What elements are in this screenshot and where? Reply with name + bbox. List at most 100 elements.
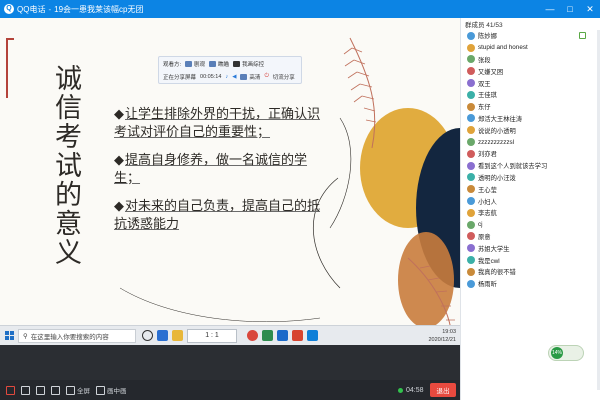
window-controls: — □ ✕ xyxy=(544,0,596,18)
member-list-item[interactable]: 看到这个人到就该去学习 xyxy=(461,160,600,172)
bullet-text: 让学生排除外界的干扰，正确认识考试对评价自己的重要性； xyxy=(114,107,321,140)
viewer-chip[interactable]: 我画综控 xyxy=(233,60,264,68)
member-list-item[interactable]: 东仔 xyxy=(461,101,600,113)
viewer-name: 瞧瞄 xyxy=(218,61,230,68)
search-icon: ⚲ xyxy=(23,332,28,340)
qq-icon[interactable] xyxy=(277,330,288,341)
invite-button[interactable] xyxy=(51,385,60,395)
member-list-item[interactable]: 李志航 xyxy=(461,207,600,219)
member-list-item[interactable]: 双王 xyxy=(461,77,600,89)
hd-icon xyxy=(240,73,248,80)
camera-button[interactable] xyxy=(21,385,30,395)
member-name: 王佳琪 xyxy=(478,92,497,100)
windows-start-button[interactable] xyxy=(0,326,18,346)
avatar xyxy=(467,267,475,276)
close-button[interactable]: ✕ xyxy=(584,4,596,15)
powerpoint-icon[interactable] xyxy=(292,330,303,341)
app-name: QQ电话 xyxy=(17,4,46,14)
member-list-panel: 群成员 41/53 陈妙娜 stupid and honest 张段 又嫌又困 双王 王佳… xyxy=(460,18,600,400)
viewer-chip[interactable]: 瞧瞄 xyxy=(209,60,229,68)
avatar xyxy=(467,67,475,76)
network-speed-widget[interactable]: 14% xyxy=(548,345,584,361)
hd-button[interactable]: 高清 xyxy=(240,73,260,81)
member-list-item[interactable]: 透明的小汪泼 xyxy=(461,172,600,184)
member-list-item[interactable]: 陈妙娜 xyxy=(461,30,600,42)
file-explorer-icon[interactable] xyxy=(172,330,183,341)
tencent-meeting-icon[interactable] xyxy=(307,330,318,341)
member-list-item[interactable]: zzzzzzzzzzsl xyxy=(461,136,600,148)
call-duration-text: 04:58 xyxy=(406,386,424,394)
hd-label: 高清 xyxy=(249,74,261,81)
speaker-icon[interactable]: ◀ xyxy=(232,74,236,80)
windows-logo-icon xyxy=(4,331,14,340)
member-list-item[interactable]: 又嫌又困 xyxy=(461,65,600,77)
slide-corner-decoration xyxy=(6,38,14,98)
avatar xyxy=(467,220,475,229)
member-name: 双王 xyxy=(478,80,491,88)
avatar xyxy=(467,114,475,123)
chrome-icon[interactable] xyxy=(247,330,258,341)
member-name: 又嫌又困 xyxy=(478,68,504,76)
member-list-item[interactable]: stupid and honest xyxy=(461,42,600,54)
bullet-diamond-icon: ◆ xyxy=(114,153,124,168)
screen-share-toolbar: 观看方: 剧观 瞧瞄 我画综控 正在分享屏幕 00:05:14 ♪ ◀ 高清 ⏻… xyxy=(158,56,302,84)
member-name: 苏姐大学生 xyxy=(478,245,510,253)
microphone-icon[interactable]: ♪ xyxy=(225,74,228,80)
title-bar: Q QQ电话 - 19会一患我莱该幅cp无团 — □ ✕ xyxy=(0,0,600,18)
member-list-item[interactable]: 刘亦君 xyxy=(461,148,600,160)
share-screen-button[interactable] xyxy=(36,385,45,395)
edge-browser-icon[interactable] xyxy=(157,330,168,341)
member-list-item[interactable]: 小妇人 xyxy=(461,195,600,207)
user-icon xyxy=(209,60,217,67)
stop-share-button[interactable]: 切流分享 xyxy=(273,73,295,81)
avatar xyxy=(467,232,475,241)
title-separator: - xyxy=(48,4,52,14)
fullscreen-button[interactable]: 全屏 xyxy=(66,385,90,395)
slide-vertical-title: 诚信考试的意义 xyxy=(50,64,81,267)
picture-in-picture-button[interactable]: 画中画 xyxy=(96,385,127,395)
bullet-text: 提高自身修养，做一名诚信的学生； xyxy=(114,153,308,186)
viewer-chip[interactable]: 剧观 xyxy=(185,60,205,68)
network-speed-icon: 14% xyxy=(551,347,563,359)
zoom-ratio-button[interactable]: 1 : 1 xyxy=(187,328,237,343)
member-list-item[interactable]: 我真的很不错 xyxy=(461,266,600,278)
sharing-timer: 00:05:14 xyxy=(200,73,222,80)
taskbar-search-input[interactable]: ⚲ 在这里输入你要搜索的内容 xyxy=(18,328,136,343)
avatar xyxy=(467,185,475,194)
maximize-button[interactable]: □ xyxy=(564,4,576,14)
member-list-item[interactable]: 苏姐大学生 xyxy=(461,242,600,254)
avatar xyxy=(467,173,475,182)
member-list-item[interactable]: 我是cwl xyxy=(461,254,600,266)
member-name: 小妇人 xyxy=(478,198,497,206)
avatar xyxy=(467,149,475,158)
member-list-item[interactable]: 王佳琪 xyxy=(461,89,600,101)
member-list-item[interactable]: 原意 xyxy=(461,231,600,243)
search-placeholder: 在这里输入你要搜索的内容 xyxy=(30,333,109,341)
avatar xyxy=(467,197,475,206)
avatar xyxy=(467,102,475,111)
avatar xyxy=(467,256,475,265)
member-list-item[interactable]: 王心莹 xyxy=(461,183,600,195)
member-list-item[interactable]: 张段 xyxy=(461,54,600,66)
bullet-diamond-icon: ◆ xyxy=(114,199,124,214)
stop-share-icon: ⏻ xyxy=(264,73,269,79)
minimize-button[interactable]: — xyxy=(544,4,556,14)
camera-icon xyxy=(21,385,30,395)
member-name: 东仔 xyxy=(478,104,491,112)
qq-logo-icon: Q xyxy=(4,4,14,14)
viewer-name: 我画综控 xyxy=(242,61,265,68)
member-list-item[interactable]: 杨雨昕 xyxy=(461,278,600,290)
member-name: 我是cwl xyxy=(478,257,500,265)
member-list-item[interactable]: 郑活大王林往涛 xyxy=(461,113,600,125)
mute-button[interactable] xyxy=(6,385,15,395)
avatar xyxy=(467,279,475,288)
member-list-item[interactable]: 说说的小透明 xyxy=(461,124,600,136)
member-name: 王心莹 xyxy=(478,186,497,194)
member-list-item[interactable]: cj xyxy=(461,219,600,231)
wechat-icon[interactable] xyxy=(262,330,273,341)
exit-call-button[interactable]: 退出 xyxy=(430,383,456,397)
avatar xyxy=(467,55,475,64)
viewers-label: 观看方: xyxy=(163,61,182,68)
system-tray-clock[interactable]: 19:03 2020/12/21 xyxy=(428,328,456,344)
task-view-icon[interactable] xyxy=(142,330,153,341)
